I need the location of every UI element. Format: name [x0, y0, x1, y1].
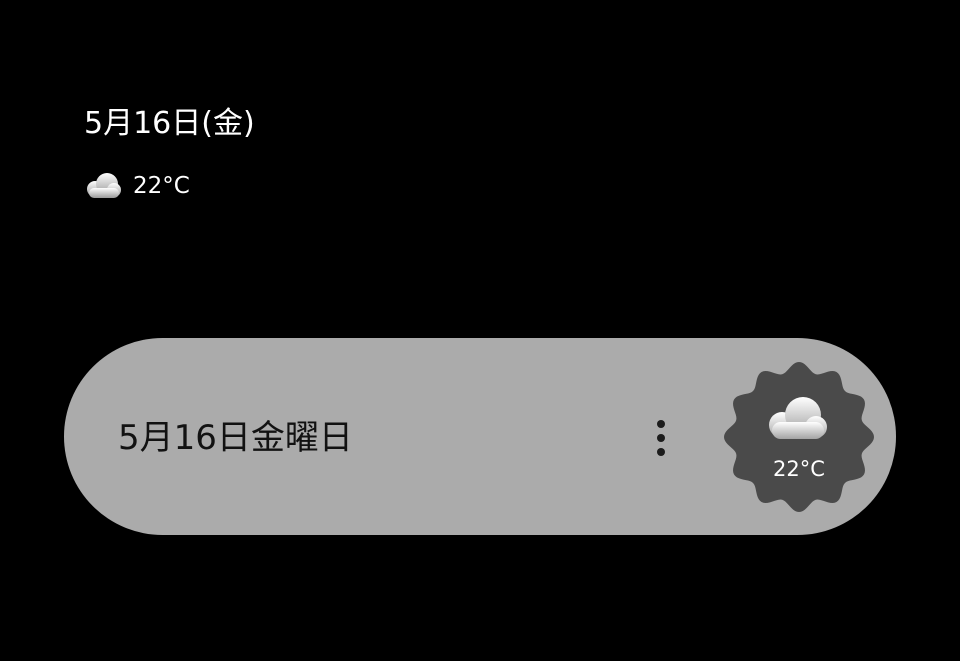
widget-temperature: 22°C [773, 457, 825, 481]
glance-date[interactable]: 5月16日(金) [84, 104, 255, 144]
weather-badge[interactable]: 22°C [722, 360, 876, 514]
widget-date[interactable]: 5月16日金曜日 [118, 416, 353, 460]
glance-temperature: 22°C [133, 173, 190, 199]
more-vert-icon[interactable] [648, 418, 676, 458]
cloud-icon [87, 173, 121, 198]
glance-weather[interactable]: 22°C [84, 170, 190, 202]
at-a-glance-widget[interactable]: 5月16日金曜日 22°C [64, 338, 896, 535]
cloud-icon [769, 397, 827, 439]
home-screen: 5月16日(金) 22°C 5月16日金曜日 22°C [0, 0, 960, 661]
